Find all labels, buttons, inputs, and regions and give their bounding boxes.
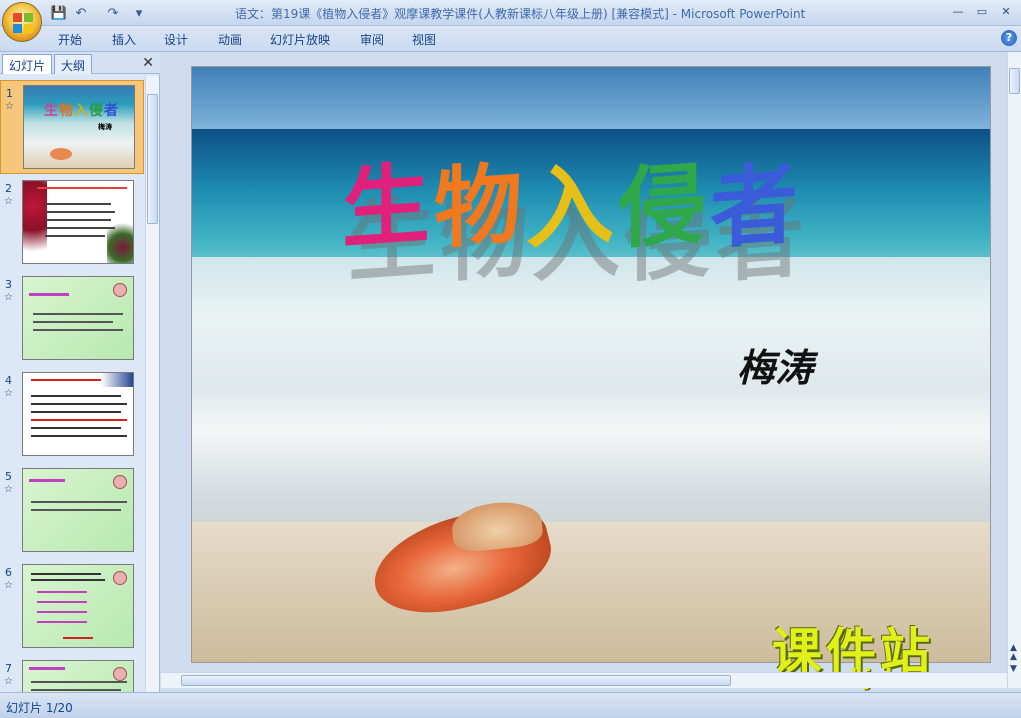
panel-close-icon[interactable]: ✕	[142, 55, 154, 71]
minimize-icon[interactable]: —	[947, 2, 969, 20]
tab-animations[interactable]: 动画	[218, 31, 242, 48]
slide-number: 2	[5, 182, 12, 195]
ribbon-tabs: 开始 插入 设计 动画 幻灯片放映 审阅 视图 ?	[0, 26, 1021, 52]
status-bar: 幻灯片 1/20	[0, 692, 1021, 718]
slide-thumbnail-4[interactable]: 4 ☆	[0, 368, 144, 462]
transition-star-icon: ☆	[4, 580, 13, 591]
document-title: 语文：第19课《植物入侵者》观摩课教学课件(人教新课标八年级上册) [兼容模式]…	[235, 7, 681, 21]
prev-slide-icon[interactable]: ▲ ▲	[1010, 644, 1017, 662]
slide-thumbnail-5[interactable]: 5 ☆	[0, 464, 144, 558]
slide-number: 3	[5, 278, 12, 291]
slide-title[interactable]: 生 物 入 侵 者	[342, 151, 799, 262]
panel-tabs: 幻灯片 大纲 ✕	[0, 52, 160, 74]
title-char: 入	[526, 151, 615, 262]
slide-thumbnail-3[interactable]: 3 ☆	[0, 272, 144, 366]
slide-background-foam	[192, 257, 990, 547]
slide-thumbnail-7[interactable]: 7 ☆	[0, 656, 144, 692]
tab-design[interactable]: 设计	[164, 31, 188, 48]
slide-editor: 生 物 入 侵 者 梅涛	[161, 52, 1007, 672]
tab-slides[interactable]: 幻灯片	[2, 54, 53, 74]
next-slide-icon[interactable]: ▼	[1010, 664, 1017, 674]
slide-background-sky	[192, 67, 990, 129]
save-icon[interactable]: 💾	[50, 4, 68, 22]
title-char: 生	[342, 151, 431, 262]
title-char: 者	[710, 151, 799, 262]
transition-star-icon: ☆	[4, 388, 13, 399]
editor-vertical-scrollbar[interactable]: ▲ ▲ ▼	[1007, 52, 1021, 688]
transition-star-icon: ☆	[5, 101, 14, 112]
slide-preview	[22, 276, 134, 360]
slide-preview	[22, 660, 134, 692]
redo-icon[interactable]: ↷	[104, 4, 122, 22]
tab-home[interactable]: 开始	[58, 31, 82, 48]
thumbnail-list: 1 ☆ 生物入侵者 梅涛 2 ☆ 3 ☆ 4 ☆ 5 ☆ 6 ☆ 7 ☆	[0, 76, 144, 692]
slide-thumbnail-6[interactable]: 6 ☆	[0, 560, 144, 654]
title-char: 侵	[618, 151, 707, 262]
scrollbar-thumb[interactable]	[1009, 68, 1020, 94]
title-char: 物	[434, 151, 523, 262]
scrollbar-thumb[interactable]	[181, 675, 731, 686]
slide-number: 6	[5, 566, 12, 579]
slide-preview: 生物入侵者 梅涛	[23, 85, 135, 169]
transition-star-icon: ☆	[4, 484, 13, 495]
office-button[interactable]	[2, 2, 42, 42]
transition-star-icon: ☆	[4, 292, 13, 303]
slides-panel: 幻灯片 大纲 ✕ 1 ☆ 生物入侵者 梅涛 2 ☆ 3 ☆ 4 ☆ 5 ☆ 6 …	[0, 52, 160, 692]
app-name: Microsoft PowerPoint	[680, 7, 806, 21]
slide-indicator: 幻灯片 1/20	[6, 701, 73, 715]
slide-preview	[22, 468, 134, 552]
editor-horizontal-scrollbar[interactable]	[161, 672, 1007, 688]
thumbnail-scrollbar[interactable]	[145, 76, 159, 692]
tab-outline[interactable]: 大纲	[54, 54, 93, 74]
tab-insert[interactable]: 插入	[112, 31, 136, 48]
title-bar: 💾 ↶ ↷ ▾ 语文：第19课《植物入侵者》观摩课教学课件(人教新课标八年级上册…	[0, 0, 1021, 42]
undo-icon[interactable]: ↶	[72, 4, 90, 22]
slide-author[interactable]: 梅涛	[737, 337, 813, 392]
slide-preview	[22, 372, 134, 456]
slide-number: 7	[5, 662, 12, 675]
window-title: 语文：第19课《植物入侵者》观摩课教学课件(人教新课标八年级上册) [兼容模式]…	[235, 5, 805, 22]
slide-thumbnail-2[interactable]: 2 ☆	[0, 176, 144, 270]
slide-preview	[22, 180, 134, 264]
slide-thumbnail-1[interactable]: 1 ☆ 生物入侵者 梅涛	[0, 80, 144, 174]
transition-star-icon: ☆	[4, 196, 13, 207]
help-icon[interactable]: ?	[1001, 30, 1017, 46]
slide-number: 4	[5, 374, 12, 387]
tab-view[interactable]: 视图	[412, 31, 436, 48]
tab-review[interactable]: 审阅	[360, 31, 384, 48]
slide-number: 1	[6, 87, 13, 100]
tab-slideshow[interactable]: 幻灯片放映	[270, 31, 330, 48]
transition-star-icon: ☆	[4, 676, 13, 687]
close-icon[interactable]: ✕	[995, 2, 1017, 20]
current-slide[interactable]: 生 物 入 侵 者 梅涛	[191, 66, 991, 663]
customize-icon[interactable]: ▾	[130, 4, 148, 22]
maximize-icon[interactable]: ▭	[971, 2, 993, 20]
conch-shell-image	[352, 496, 562, 628]
scrollbar-thumb[interactable]	[147, 94, 158, 224]
slide-preview	[22, 564, 134, 648]
office-logo-icon	[13, 13, 33, 33]
slide-number: 5	[5, 470, 12, 483]
